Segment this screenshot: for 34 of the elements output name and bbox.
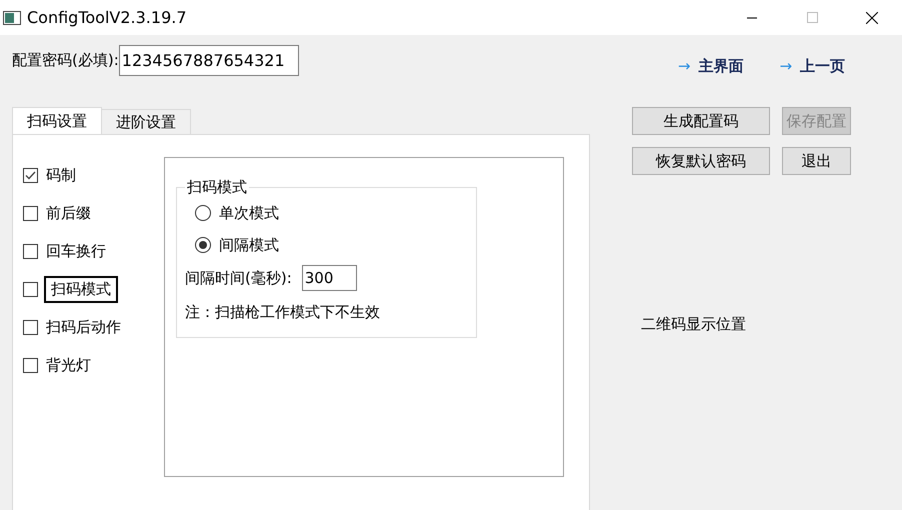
checkbox[interactable] <box>23 358 38 372</box>
tab[interactable]: 进阶设置 <box>101 109 191 134</box>
checkbox-label: 回车换行 <box>45 240 107 262</box>
nav-link[interactable]: → 主界面 <box>678 56 744 76</box>
group-title: 扫码模式 <box>186 178 248 197</box>
radio-button[interactable] <box>195 205 211 221</box>
checkbox[interactable] <box>23 206 38 220</box>
interval-label: 间隔时间(毫秒): <box>185 268 292 288</box>
interval-field[interactable]: 300 <box>302 265 357 291</box>
checkbox[interactable] <box>23 282 38 296</box>
action-button[interactable]: 生成配置码 <box>632 107 770 135</box>
checkbox[interactable] <box>23 168 38 182</box>
checkbox-label: 扫码模式 <box>44 276 118 302</box>
nav-link[interactable]: → 上一页 <box>780 56 846 76</box>
checkbox-label: 码制 <box>45 164 77 186</box>
maximize-icon <box>806 12 818 23</box>
radio-label: 单次模式 <box>219 204 279 222</box>
action-button[interactable]: 恢复默认密码 <box>632 147 770 175</box>
note-text: 注：扫描枪工作模式下不生效 <box>185 303 381 322</box>
close-icon <box>866 12 878 24</box>
checkbox[interactable] <box>23 244 38 258</box>
window-title: ConfigToolV2.3.19.7 <box>27 8 188 27</box>
action-button[interactable]: 退出 <box>782 147 851 175</box>
tab[interactable]: 扫码设置 <box>12 107 102 134</box>
checkbox-label: 背光灯 <box>45 354 92 376</box>
radio-button[interactable] <box>195 237 211 253</box>
checkbox-label: 前后缀 <box>45 202 92 224</box>
radio-label: 间隔模式 <box>219 236 279 254</box>
qr-placeholder-text: 二维码显示位置 <box>641 315 747 334</box>
checkbox-label: 扫码后动作 <box>45 316 122 338</box>
app-icon <box>3 10 21 24</box>
checkbox[interactable] <box>23 320 38 334</box>
password-field[interactable]: 1234567887654321 <box>118 45 299 76</box>
password-label: 配置密码(必填): <box>12 51 119 70</box>
